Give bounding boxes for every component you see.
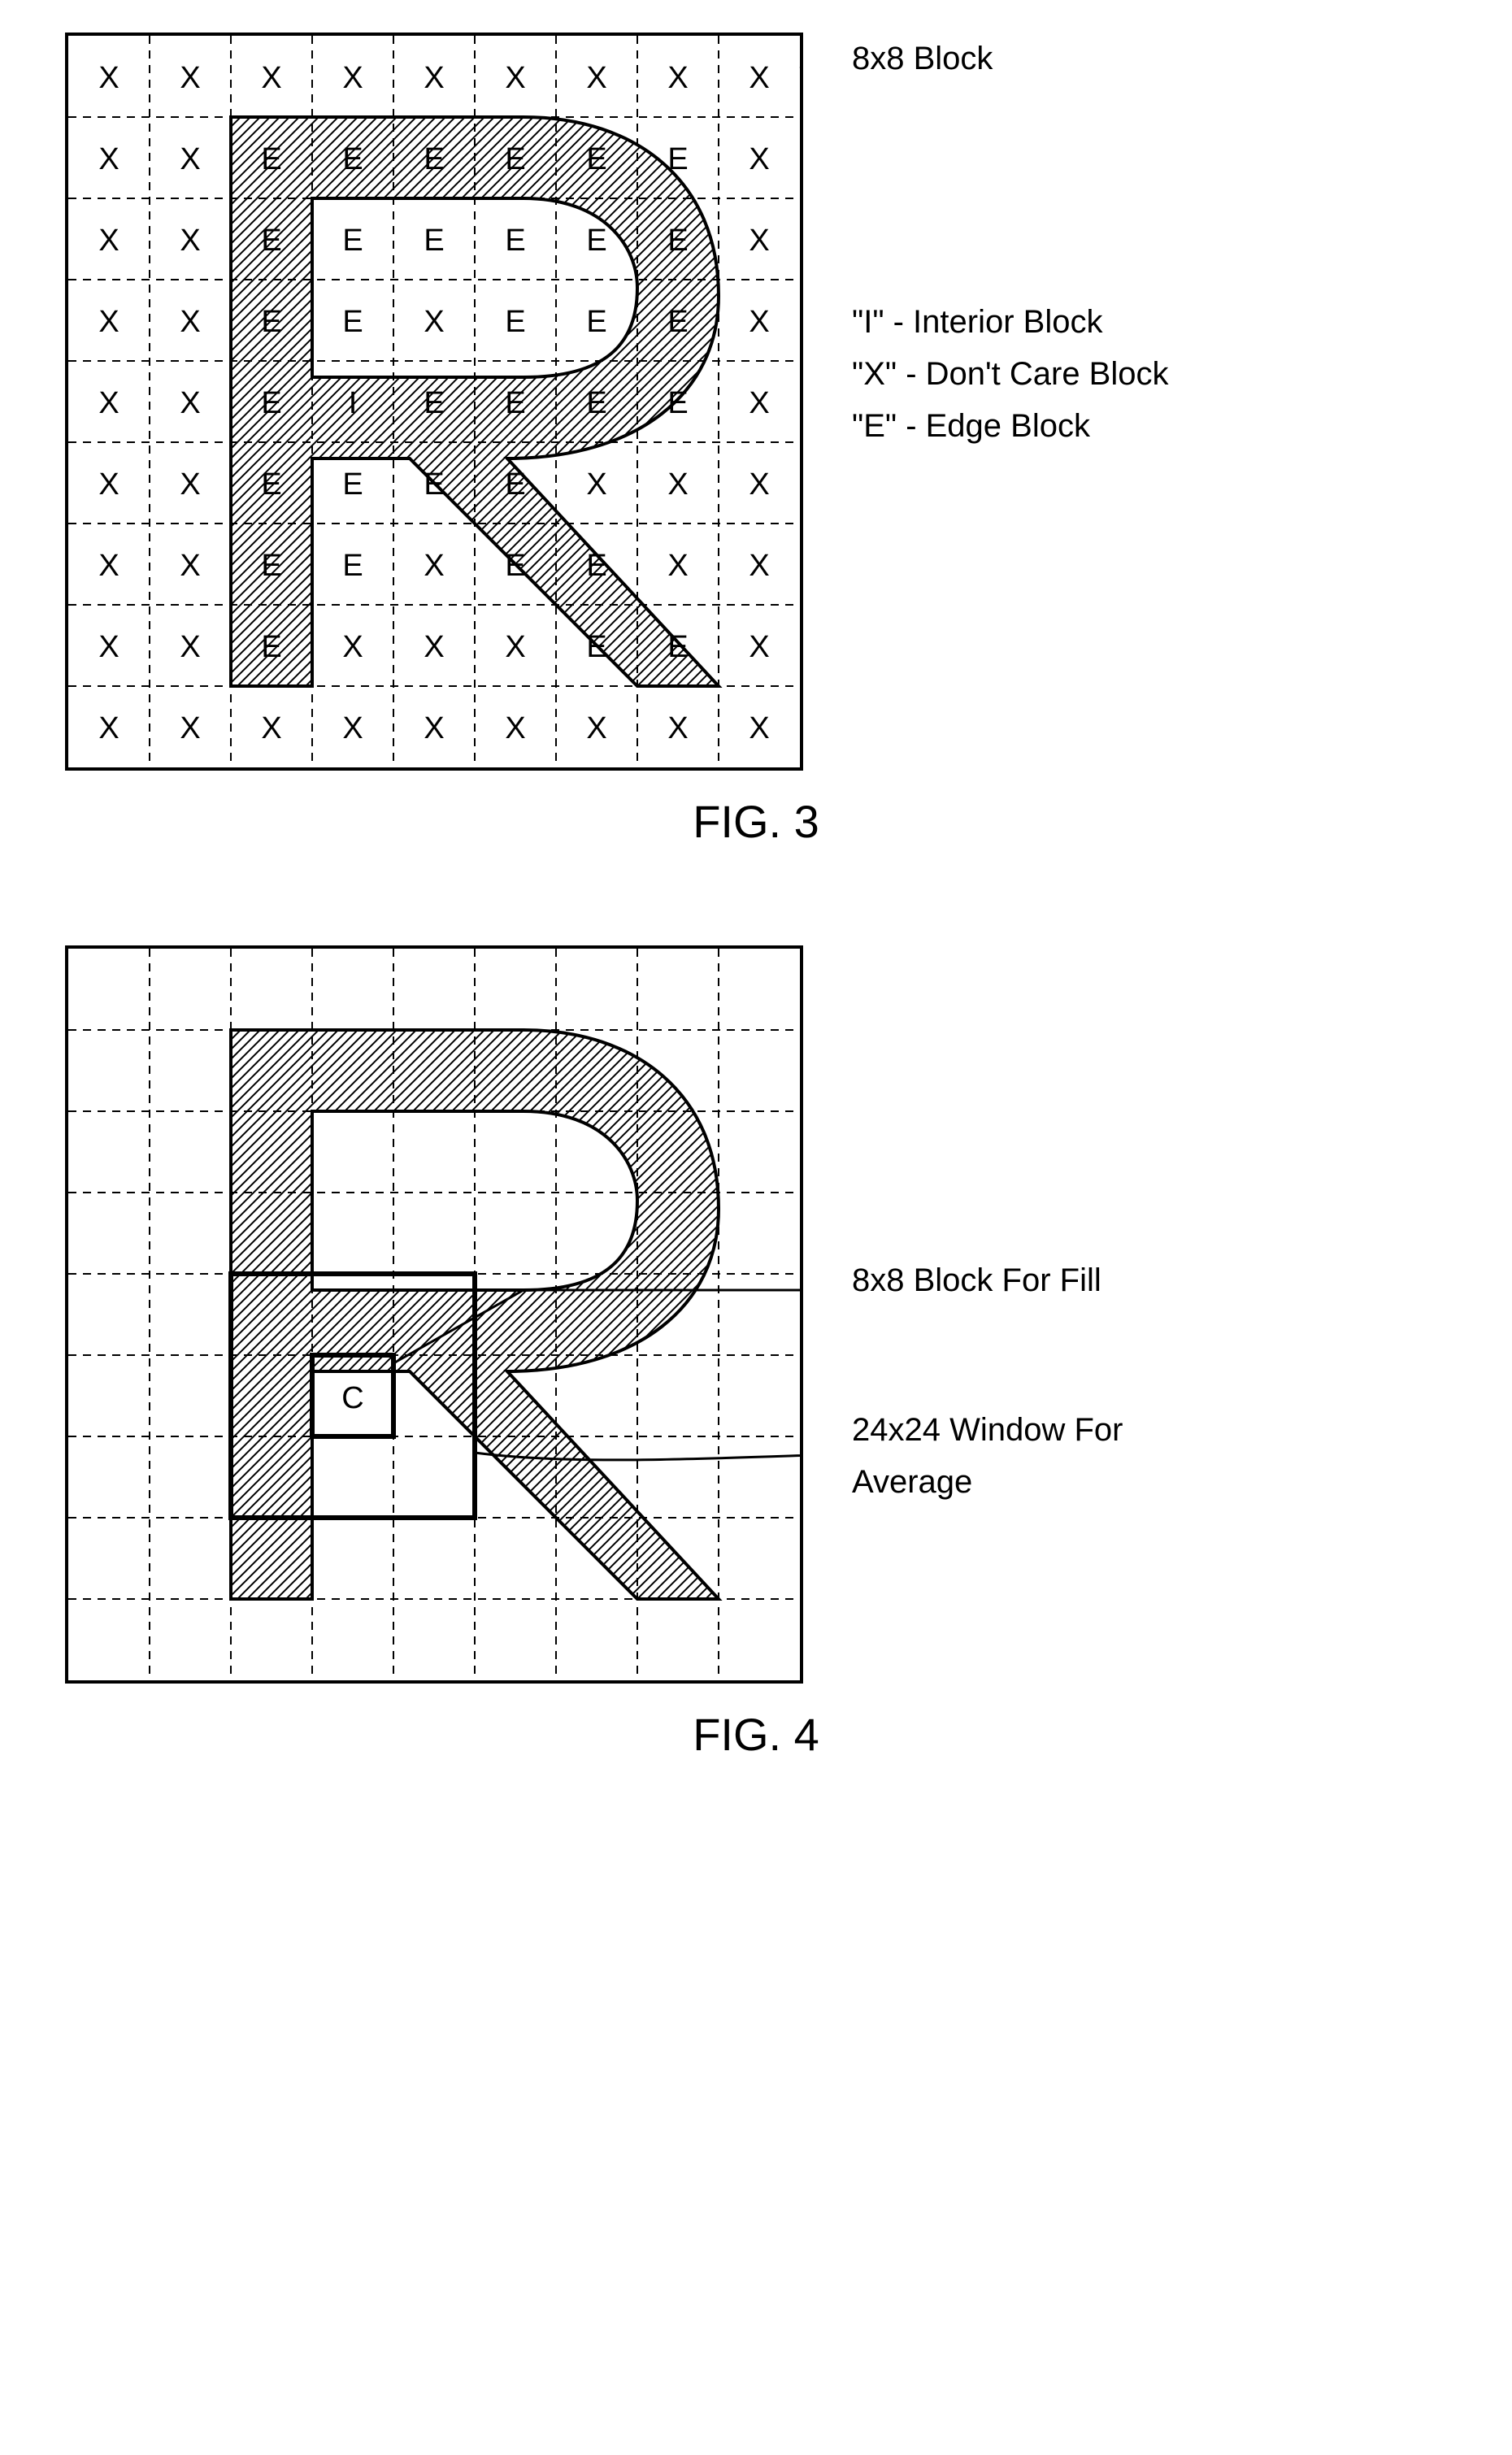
grid-cell-label: X: [586, 61, 606, 95]
grid-cell-label: X: [180, 224, 200, 258]
grid-cell-label: E: [667, 224, 688, 258]
grid-cell-label: E: [667, 305, 688, 339]
grid-cell-label: X: [98, 549, 119, 583]
grid-cell-label: X: [342, 61, 363, 95]
grid-cell-label: E: [261, 549, 281, 583]
legend-e: "E" - Edge Block: [852, 400, 1169, 452]
legend-x: "X" - Don't Care Block: [852, 348, 1169, 400]
grid-cell-label: E: [586, 224, 606, 258]
annot-8x8-block: 8x8 Block: [852, 33, 1169, 85]
grid-cell-label: X: [98, 386, 119, 420]
grid-cell-label: E: [342, 549, 363, 583]
grid-cell-label: E: [667, 630, 688, 664]
grid-cell-label: X: [342, 711, 363, 745]
grid-cell-label: E: [261, 142, 281, 176]
center-label: C: [341, 1381, 363, 1415]
grid-cell-label: E: [505, 467, 525, 502]
grid-cell-label: X: [261, 711, 281, 745]
grid-cell-label: X: [342, 630, 363, 664]
grid-cell-label: E: [586, 549, 606, 583]
grid-cell-label: E: [505, 305, 525, 339]
grid-cell-label: E: [424, 224, 444, 258]
grid-cell-label: E: [667, 142, 688, 176]
grid-cell-label: X: [749, 467, 769, 502]
grid-cell-label: X: [424, 61, 444, 95]
grid-cell-label: X: [180, 549, 200, 583]
grid-cell-label: X: [749, 549, 769, 583]
grid-cell-label: X: [180, 711, 200, 745]
fig3-grid: X X X X X X X X X X X E E E E E E X X X E E E E E E X X X E E X E E E X X X E I…: [65, 33, 803, 771]
grid-cell-label: E: [505, 386, 525, 420]
grid-cell-label: X: [98, 467, 119, 502]
grid-cell-label: X: [424, 630, 444, 664]
grid-cell-label: X: [180, 61, 200, 95]
grid-cell-label: X: [424, 711, 444, 745]
fig4-caption: FIG. 4: [65, 1708, 1447, 1761]
grid-cell-label: X: [98, 630, 119, 664]
grid-cell-label: E: [342, 305, 363, 339]
grid-cell-label: E: [586, 630, 606, 664]
grid-cell-label: E: [261, 386, 281, 420]
grid-cell-label: X: [424, 305, 444, 339]
fig3-cell-labels: X X X X X X X X X X X E E E E E E X X X E E E E E E X X X E E X E E E X X X E I…: [98, 61, 769, 745]
grid-cell-label: X: [98, 61, 119, 95]
grid-cell-label: E: [586, 305, 606, 339]
fig3-caption: FIG. 3: [65, 795, 1447, 848]
grid-cell-label: X: [749, 142, 769, 176]
grid-cell-label: X: [749, 630, 769, 664]
grid-cell-label: X: [424, 549, 444, 583]
grid-cell-label: X: [749, 224, 769, 258]
grid-cell-label: X: [749, 61, 769, 95]
grid-cell-label: X: [667, 549, 688, 583]
grid-cell-label: E: [505, 142, 525, 176]
grid-cell-label: E: [261, 467, 281, 502]
grid-cell-label: X: [586, 467, 606, 502]
grid-cell-label: E: [342, 142, 363, 176]
grid-cell-label: E: [261, 630, 281, 664]
grid-cell-label: X: [505, 61, 525, 95]
figure-4: C 8x8 Block For Fill 24x24 Window For Av…: [65, 945, 1447, 1761]
grid-cell-label: E: [424, 467, 444, 502]
grid-cell-label: X: [98, 305, 119, 339]
annot-fill-block: 8x8 Block For Fill: [852, 1254, 1177, 1306]
grid-cell-label: E: [261, 224, 281, 258]
grid-cell-label: X: [667, 61, 688, 95]
grid-cell-label: X: [749, 305, 769, 339]
grid-cell-label: X: [180, 386, 200, 420]
grid-cell-label: X: [98, 711, 119, 745]
grid-cell-label: E: [505, 549, 525, 583]
grid-cell-label: E: [667, 386, 688, 420]
grid-cell-label: X: [667, 467, 688, 502]
grid-cell-label: E: [424, 142, 444, 176]
annot-window: 24x24 Window For Average: [852, 1404, 1177, 1508]
grid-cell-label: E: [505, 224, 525, 258]
grid-cell-label: E: [586, 142, 606, 176]
figure-3: X X X X X X X X X X X E E E E E E X X X E E E E E E X X X E E X E E E X X X E I…: [65, 33, 1447, 848]
grid-cell-label: E: [342, 224, 363, 258]
grid-cell-label: X: [586, 711, 606, 745]
grid-cell-label: E: [261, 305, 281, 339]
grid-cell-label: I: [349, 386, 358, 420]
grid-cell-label: E: [424, 386, 444, 420]
grid-cell-label: X: [749, 711, 769, 745]
grid-cell-label: E: [342, 467, 363, 502]
grid-cell-label: X: [98, 224, 119, 258]
legend-i: "I" - Interior Block: [852, 296, 1169, 348]
grid-cell-label: X: [180, 467, 200, 502]
grid-cell-label: X: [180, 142, 200, 176]
grid-cell-label: X: [98, 142, 119, 176]
grid-cell-label: X: [505, 630, 525, 664]
grid-cell-label: X: [667, 711, 688, 745]
grid-cell-label: X: [180, 630, 200, 664]
grid-cell-label: E: [586, 386, 606, 420]
fig4-grid: C: [65, 945, 803, 1684]
grid-cell-label: X: [505, 711, 525, 745]
grid-cell-label: X: [749, 386, 769, 420]
grid-cell-label: X: [261, 61, 281, 95]
grid-cell-label: X: [180, 305, 200, 339]
